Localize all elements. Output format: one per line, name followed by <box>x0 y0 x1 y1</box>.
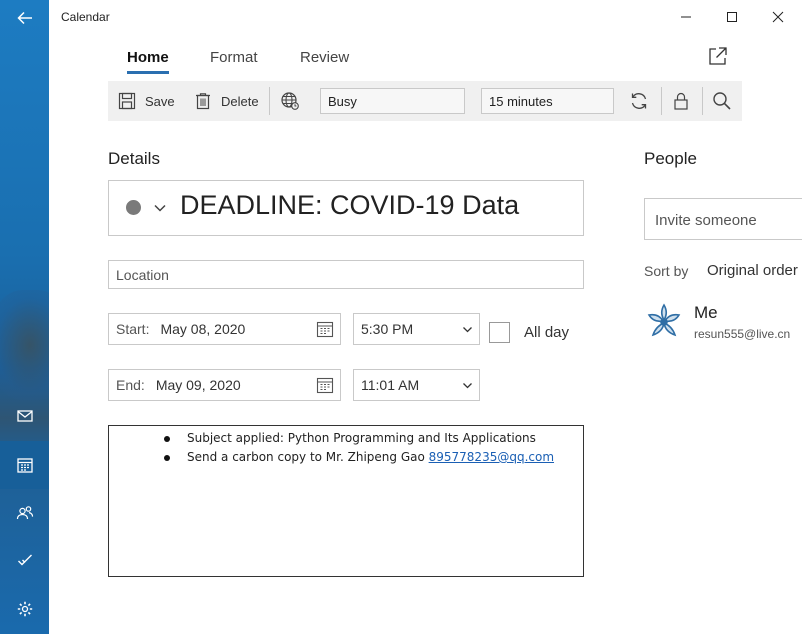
event-notes-editor[interactable]: Subject applied: Python Programming and … <box>108 425 584 577</box>
tab-format[interactable]: Format <box>210 49 258 66</box>
calendar-icon <box>16 458 33 473</box>
all-day-checkbox[interactable] <box>489 322 510 343</box>
people-heading: People <box>644 149 697 168</box>
delete-label: Delete <box>221 93 259 109</box>
details-heading: Details <box>108 149 160 168</box>
search-button[interactable] <box>711 90 733 112</box>
email-link[interactable]: 895778235@qq.com <box>429 450 554 464</box>
app-title: Calendar <box>61 10 110 24</box>
start-date-value: May 08, 2020 <box>160 321 246 337</box>
minimize-button[interactable] <box>663 0 709 34</box>
event-title[interactable]: DEADLINE: COVID-19 Data <box>180 190 519 221</box>
private-button[interactable] <box>670 90 692 112</box>
end-label: End: <box>116 377 145 393</box>
save-icon <box>118 92 136 110</box>
chevron-down-icon <box>463 383 472 389</box>
save-button[interactable]: Save <box>118 81 175 121</box>
invite-someone-input[interactable]: Invite someone <box>644 198 802 240</box>
nav-mail-button[interactable] <box>0 392 49 440</box>
notes-line-1: Subject applied: Python Programming and … <box>187 431 536 445</box>
calendar-icon <box>316 321 334 338</box>
lock-icon <box>674 92 688 110</box>
start-date-picker[interactable]: Start: May 08, 2020 <box>108 313 341 345</box>
start-time-dropdown[interactable]: 5:30 PM <box>353 313 480 345</box>
todo-icon <box>17 554 32 566</box>
close-button[interactable] <box>755 0 801 34</box>
close-icon <box>772 11 784 23</box>
tab-home[interactable]: Home <box>127 49 169 66</box>
tab-home-indicator <box>127 71 169 74</box>
settings-icon <box>17 601 32 617</box>
calendar-icon <box>316 377 334 394</box>
people-icon <box>16 506 33 520</box>
sort-order-dropdown[interactable]: Original order <box>707 262 798 279</box>
chevron-down-icon <box>463 327 472 333</box>
nav-settings-button[interactable] <box>0 585 49 633</box>
end-date-picker[interactable]: End: May 09, 2020 <box>108 369 341 401</box>
globe-icon <box>281 92 299 110</box>
delete-button[interactable]: Delete <box>194 81 259 121</box>
toolbar-divider <box>661 87 662 115</box>
popout-icon[interactable] <box>708 46 728 66</box>
toolbar: Save Delete Busy 15 minutes <box>108 81 742 121</box>
reminder-dropdown[interactable]: 15 minutes <box>481 88 614 114</box>
all-day-label[interactable]: All day <box>524 324 569 341</box>
tab-review[interactable]: Review <box>300 49 349 66</box>
maximize-icon <box>727 12 737 22</box>
attendee-name[interactable]: Me <box>694 303 718 323</box>
search-icon <box>713 92 731 110</box>
start-time-value: 5:30 PM <box>361 321 414 337</box>
back-arrow-icon <box>16 11 32 25</box>
event-title-field[interactable]: DEADLINE: COVID-19 Data <box>108 180 584 236</box>
attendee-email: resun555@live.cn <box>694 327 791 341</box>
list-item[interactable]: Subject applied: Python Programming and … <box>163 430 554 449</box>
nav-people-button[interactable] <box>0 489 49 537</box>
maximize-button[interactable] <box>709 0 755 34</box>
end-time-dropdown[interactable]: 11:01 AM <box>353 369 480 401</box>
nav-rail <box>0 0 49 634</box>
repeat-button[interactable] <box>628 90 650 112</box>
trash-icon <box>196 93 210 110</box>
notes-bullet-list: Subject applied: Python Programming and … <box>163 430 554 468</box>
notes-line-2-text: Send a carbon copy to Mr. Zhipeng Gao <box>187 450 429 464</box>
toolbar-divider <box>269 87 270 115</box>
title-bar: Calendar <box>49 0 802 34</box>
show-as-dropdown[interactable]: Busy <box>320 88 465 114</box>
timezone-button[interactable] <box>279 90 301 112</box>
chevron-down-icon[interactable] <box>153 201 167 215</box>
minimize-icon <box>681 16 691 18</box>
toolbar-divider <box>702 87 703 115</box>
avatar <box>647 303 681 337</box>
mail-icon <box>16 410 33 422</box>
nav-calendar-button[interactable] <box>0 441 49 489</box>
save-label: Save <box>145 93 175 109</box>
location-field[interactable]: Location <box>108 260 584 289</box>
rail-background-image <box>0 290 49 400</box>
nav-todo-button[interactable] <box>0 536 49 584</box>
category-color-dot[interactable] <box>126 200 141 215</box>
back-button[interactable] <box>0 0 49 42</box>
repeat-icon <box>631 93 647 109</box>
sort-by-label: Sort by <box>644 263 689 279</box>
start-label: Start: <box>116 321 150 337</box>
end-time-value: 11:01 AM <box>361 377 420 393</box>
location-placeholder: Location <box>116 266 169 283</box>
list-item[interactable]: Send a carbon copy to Mr. Zhipeng Gao 89… <box>163 449 554 468</box>
end-date-value: May 09, 2020 <box>155 377 241 393</box>
